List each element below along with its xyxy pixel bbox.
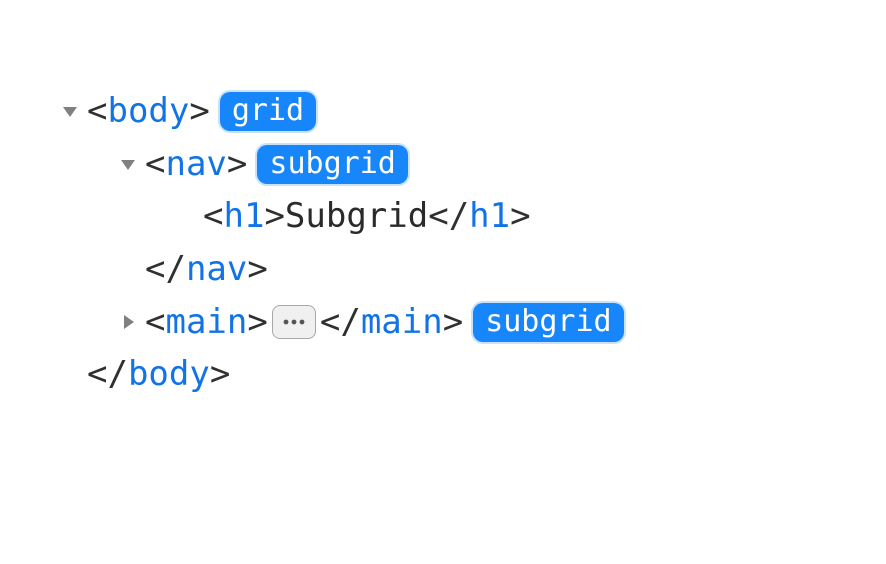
angle-close: > — [247, 296, 267, 349]
tag-name-h1-close: h1 — [469, 190, 510, 243]
layout-badge-subgrid[interactable]: subgrid — [257, 145, 407, 184]
angle-open-slash: </ — [428, 190, 469, 243]
angle-open-slash: </ — [145, 243, 186, 296]
ellipsis-icon[interactable] — [272, 305, 316, 339]
tag-name-nav: nav — [165, 138, 226, 191]
angle-open-slash: </ — [320, 296, 361, 349]
chevron-right-icon[interactable] — [113, 313, 143, 331]
chevron-down-icon[interactable] — [55, 102, 85, 120]
angle-open: < — [145, 138, 165, 191]
angle-close: > — [210, 348, 230, 401]
angle-close: > — [227, 138, 247, 191]
layout-badge-grid[interactable]: grid — [220, 92, 316, 131]
dom-node-body-close[interactable]: </body> — [55, 348, 886, 401]
angle-open: < — [145, 296, 165, 349]
tag-name-body: body — [107, 85, 189, 138]
chevron-down-icon[interactable] — [113, 155, 143, 173]
tag-name-main-open: main — [165, 296, 247, 349]
tag-name-h1-open: h1 — [223, 190, 264, 243]
h1-text: Subgrid — [285, 190, 428, 243]
dom-node-h1[interactable]: <h1>Subgrid</h1> — [55, 190, 886, 243]
dom-node-nav[interactable]: <nav> subgrid — [55, 138, 886, 191]
layout-badge-subgrid[interactable]: subgrid — [473, 303, 623, 342]
angle-open-slash: </ — [87, 348, 128, 401]
angle-close: > — [443, 296, 463, 349]
angle-open: < — [87, 85, 107, 138]
dom-node-nav-close[interactable]: </nav> — [55, 243, 886, 296]
angle-close: > — [247, 243, 267, 296]
angle-close: > — [264, 190, 284, 243]
angle-open: < — [203, 190, 223, 243]
angle-close: > — [189, 85, 209, 138]
tag-name-main-close: main — [361, 296, 443, 349]
dom-node-main[interactable]: <main></main> subgrid — [55, 296, 886, 349]
dom-node-body[interactable]: <body> grid — [55, 85, 886, 138]
tag-name-body-close: body — [128, 348, 210, 401]
angle-close: > — [510, 190, 530, 243]
tag-name-nav-close: nav — [186, 243, 247, 296]
